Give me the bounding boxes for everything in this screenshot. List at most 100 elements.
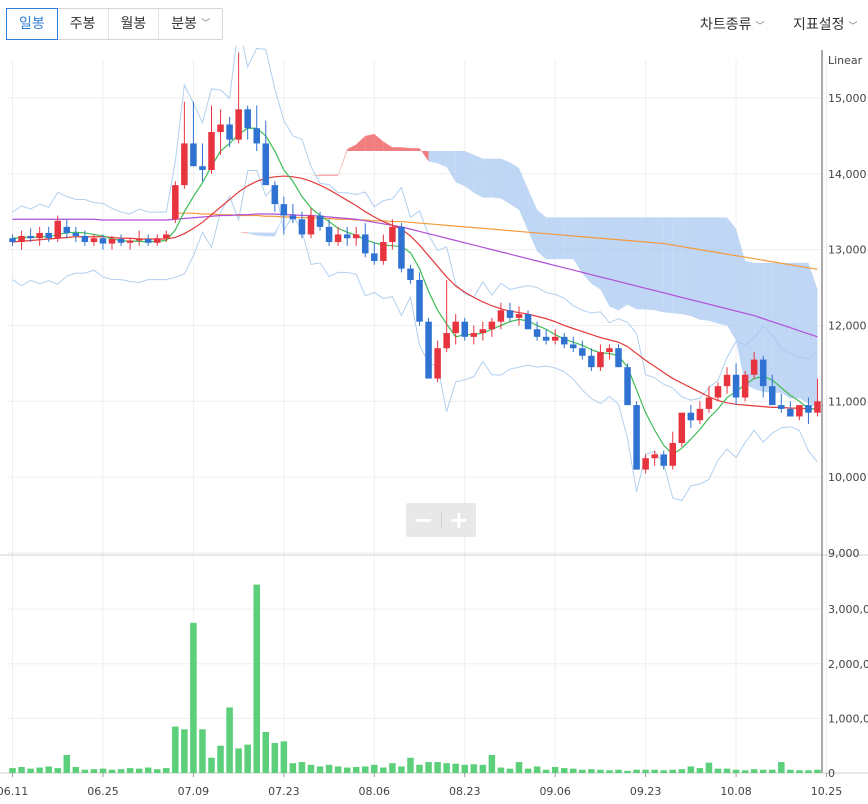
volume-bar [506, 768, 514, 773]
candle-body [398, 226, 405, 269]
zoom-out-button[interactable]: − [406, 503, 441, 537]
candle-up [606, 344, 613, 360]
volume-bar [714, 768, 722, 773]
volume-bar [633, 769, 640, 773]
tab-daily[interactable]: 일봉 [6, 8, 58, 40]
volume-bar [81, 769, 89, 773]
candle-down [316, 211, 324, 231]
indicator-settings-label: 지표설정 [793, 17, 845, 33]
volume-bar [624, 770, 631, 773]
candle-body [27, 235, 34, 239]
candle-down [144, 234, 152, 246]
candle-up [723, 367, 731, 394]
volume-bar [172, 726, 179, 773]
cloud-bearish-segment [618, 217, 628, 311]
candle-body [81, 235, 89, 243]
chevron-down-icon: ﹀ [755, 21, 765, 32]
cloud-bullish-segment [365, 133, 375, 152]
tab-daily-label: 일봉 [19, 16, 45, 32]
stock-chart[interactable]: Linear 15,000 14,000 13,000 12,000 11,000 10,0… [0, 46, 868, 804]
candle-body [787, 408, 794, 417]
candle-up [479, 321, 487, 341]
cloud-bearish-segment [699, 217, 709, 321]
candle-body [551, 336, 559, 341]
volume-bar [371, 764, 378, 773]
x-tick-label: 07.23 [268, 785, 300, 798]
candle-body [153, 238, 161, 243]
candle-up [796, 405, 803, 421]
candle-down [244, 105, 251, 140]
indicator-settings-dropdown[interactable]: 지표설정 ﹀ [793, 14, 858, 34]
candle-body [407, 268, 414, 280]
candle-up [678, 412, 686, 447]
tab-weekly-label: 주봉 [69, 16, 96, 32]
candle-body [425, 321, 432, 379]
candle-down [398, 223, 405, 273]
volume-bar [497, 767, 505, 773]
scale-label: Linear [828, 54, 863, 67]
volume-bar [434, 762, 441, 773]
zoom-in-button[interactable]: + [442, 503, 477, 537]
candle-body [135, 238, 143, 241]
candle-down [732, 363, 740, 406]
volume-bar [389, 763, 396, 773]
volume-bar [217, 745, 224, 773]
volume-bar [651, 769, 658, 773]
x-tick-label: 07.09 [178, 785, 210, 798]
cloud-bearish-segment [609, 217, 619, 311]
candle-up [669, 431, 677, 470]
candle-body [9, 238, 16, 243]
candle-body [334, 234, 342, 243]
candle-up [443, 279, 450, 353]
candle-down [407, 264, 414, 284]
volume-bar [796, 770, 803, 773]
candle-up [642, 454, 649, 474]
candle-body [750, 359, 758, 375]
cloud-bearish-segment [437, 151, 447, 168]
candle-body [624, 367, 631, 406]
cloud-bullish-segment [401, 147, 411, 152]
price-tick-label: 12,000 [828, 319, 867, 332]
volume-bar [144, 767, 152, 773]
cloud-bullish-segment [356, 135, 366, 152]
volume-bar [416, 764, 423, 773]
volume-bar [551, 766, 559, 773]
volume-tick-label: 0 [828, 767, 835, 780]
candle-body [434, 348, 441, 379]
candle-up [515, 306, 523, 326]
candle-body [54, 220, 62, 239]
volume-bar [470, 764, 478, 773]
candle-up [741, 370, 749, 402]
candle-up [651, 450, 658, 466]
candle-up [126, 238, 134, 250]
chart-type-dropdown[interactable]: 차트종류 ﹀ [700, 14, 765, 34]
price-tick-label: 11,000 [828, 395, 867, 408]
cloud-bullish-segment [383, 141, 393, 152]
candle-body [307, 215, 315, 235]
zoom-control: − + [406, 503, 476, 537]
volume-bar [163, 768, 170, 773]
tab-weekly[interactable]: 주봉 [58, 9, 109, 39]
cloud-bullish-segment [392, 147, 402, 152]
price-tick-label: 13,000 [828, 244, 867, 257]
cloud-bearish-segment [491, 158, 501, 199]
cloud-bearish-segment [500, 158, 510, 205]
period-tabs: 일봉 주봉 월봉 분봉 ﹀ [6, 8, 224, 40]
candle-body [244, 109, 251, 129]
volume-bar [570, 768, 577, 773]
volume-bar [289, 763, 297, 773]
candle-body [615, 348, 622, 368]
x-tick-label: 06.11 [0, 785, 28, 798]
cloud-bearish-segment [681, 217, 691, 316]
volume-bar [380, 767, 387, 773]
candle-down [588, 348, 595, 371]
volume-bar [750, 769, 758, 773]
volume-bar [524, 768, 532, 773]
volume-bar [298, 762, 306, 773]
candle-down [570, 336, 577, 353]
tab-minute[interactable]: 분봉 ﹀ [159, 9, 222, 39]
tab-monthly[interactable]: 월봉 [109, 9, 160, 39]
cloud-bearish-segment [708, 217, 718, 324]
price-tick-label: 15,000 [828, 92, 867, 105]
candle-up [18, 230, 25, 250]
